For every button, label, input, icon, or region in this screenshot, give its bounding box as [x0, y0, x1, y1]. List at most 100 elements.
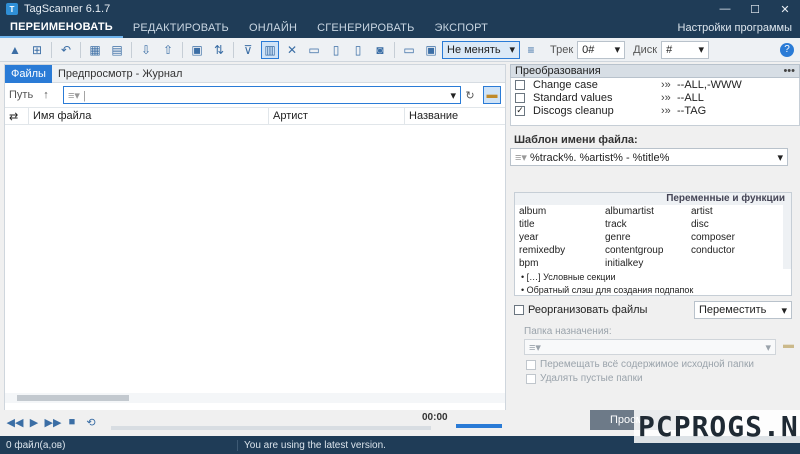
- close-button[interactable]: ✕: [770, 0, 800, 18]
- transform-value: --ALL: [677, 91, 704, 104]
- destination-input[interactable]: ≡▾ ▾: [524, 339, 776, 355]
- variable-item[interactable]: remixedby: [519, 244, 605, 257]
- repeat-icon[interactable]: ⟲: [84, 415, 98, 429]
- sort-icon[interactable]: ⇅: [210, 41, 228, 59]
- delete-empty-folders-option[interactable]: Удалять пустые папки: [526, 373, 643, 384]
- invert-selection-icon[interactable]: ▤: [108, 41, 126, 59]
- variable-item[interactable]: title: [519, 218, 605, 231]
- more-icon[interactable]: •••: [783, 65, 795, 77]
- shuffle-icon[interactable]: ⇄: [5, 107, 29, 125]
- track-format-select[interactable]: 0# ▾: [577, 40, 626, 59]
- chevron-down-icon[interactable]: ▾: [450, 89, 456, 102]
- reorganize-action-select[interactable]: Переместить ▾: [694, 301, 792, 319]
- stop-icon[interactable]: ■: [65, 415, 79, 429]
- chevron-down-icon[interactable]: ▾: [777, 151, 783, 164]
- volume-slider[interactable]: [456, 424, 502, 428]
- browse-folder-icon[interactable]: ▬: [783, 339, 794, 351]
- page-icon[interactable]: ▯: [327, 41, 345, 59]
- remove-icon[interactable]: ✕: [283, 41, 301, 59]
- select-all-icon[interactable]: ▦: [86, 41, 104, 59]
- transform-name: Change case: [533, 78, 598, 91]
- list-item[interactable]: ✓ Discogs cleanup ›» --TAG: [511, 104, 799, 117]
- transform-value: --TAG: [677, 104, 707, 117]
- playback-progress[interactable]: [111, 426, 431, 430]
- open-folder-icon[interactable]: ▲: [6, 41, 24, 59]
- undo-icon[interactable]: ↶: [57, 41, 75, 59]
- list-item[interactable]: Change case ›» --ALL,-WWW: [511, 78, 799, 91]
- variable-item[interactable]: contentgroup: [605, 244, 691, 257]
- transform-checkbox[interactable]: ✓: [515, 105, 525, 116]
- move-all-content-option[interactable]: Перемещать всё содержимое исходной папки: [526, 359, 754, 370]
- variable-item[interactable]: albumartist: [605, 205, 691, 218]
- disk-label: Диск: [633, 43, 658, 56]
- rewind-icon[interactable]: ◀◀: [7, 415, 24, 429]
- transforms-list: Change case ›» --ALL,-WWW Standard value…: [510, 78, 800, 126]
- chevron-down-icon: ▾: [509, 44, 515, 56]
- media-icon[interactable]: ◙: [371, 41, 389, 59]
- column-artist[interactable]: Артист: [269, 107, 405, 125]
- layout-icon[interactable]: ▥: [261, 40, 279, 59]
- variable-item[interactable]: conductor: [691, 244, 777, 257]
- horizontal-scrollbar[interactable]: [5, 393, 505, 403]
- checkbox[interactable]: [526, 359, 536, 370]
- tab-files[interactable]: Файлы: [5, 64, 52, 83]
- variable-item[interactable]: bpm: [519, 257, 605, 270]
- variable-item[interactable]: disc: [691, 218, 777, 231]
- variable-item[interactable]: track: [605, 218, 691, 231]
- tab-online[interactable]: ОНЛАЙН: [239, 18, 307, 38]
- play-icon[interactable]: ▶: [27, 415, 41, 429]
- file-list[interactable]: [5, 127, 505, 395]
- template-input[interactable]: ≡▾ %track%. %artist% - %title% ▾: [510, 148, 788, 166]
- variable-item[interactable]: genre: [605, 231, 691, 244]
- note-backslash: • Обратный слэш для создания подпапок: [521, 284, 694, 295]
- variable-item[interactable]: initialkey: [605, 257, 691, 270]
- window-icon[interactable]: ▭: [400, 41, 418, 59]
- fast-forward-icon[interactable]: ▶▶: [45, 415, 62, 429]
- add-folder-icon[interactable]: ⊞: [28, 41, 46, 59]
- variables-title: Переменные и функции: [515, 193, 791, 205]
- tab-rename[interactable]: ПЕРЕИМЕНОВАТЬ: [0, 18, 123, 38]
- checkbox[interactable]: [526, 373, 536, 384]
- view-icon[interactable]: ▣: [188, 41, 206, 59]
- filter-icon[interactable]: ⊽: [239, 41, 257, 59]
- variables-scrollbar[interactable]: [783, 205, 791, 269]
- help-icon[interactable]: ?: [780, 42, 794, 57]
- transform-checkbox[interactable]: [515, 92, 525, 103]
- column-filename[interactable]: Имя файла: [29, 107, 269, 125]
- variable-item[interactable]: year: [519, 231, 605, 244]
- move-all-content-label: Перемещать всё содержимое исходной папки: [540, 359, 754, 370]
- history-icon: ≡▾: [515, 151, 530, 164]
- variable-item[interactable]: album: [519, 205, 605, 218]
- variable-item[interactable]: composer: [691, 231, 777, 244]
- tab-edit[interactable]: РЕДАКТИРОВАТЬ: [123, 18, 239, 38]
- toolbar: ▲ ⊞ ↶ ▦ ▤ ⇩ ⇧ ▣ ⇅ ⊽ ▥ ✕ ▭ ▯ ▯ ◙ ▭ ▣ Не м…: [0, 38, 800, 62]
- refresh-icon[interactable]: ↻: [461, 86, 479, 104]
- chevron-down-icon: ▾: [781, 304, 787, 317]
- app-icon: T: [6, 3, 18, 15]
- column-title[interactable]: Название: [405, 107, 505, 125]
- chevron-down-icon: ▾: [698, 44, 705, 56]
- minimize-button[interactable]: —: [710, 0, 740, 18]
- move-down-icon[interactable]: ⇩: [137, 41, 155, 59]
- folder-up-icon[interactable]: ↑: [37, 86, 55, 104]
- tab-generate[interactable]: СГЕНЕРИРОВАТЬ: [307, 18, 424, 38]
- tab-preview-log[interactable]: Предпросмотр - Журнал: [52, 65, 189, 83]
- path-input[interactable]: ≡▾ | ▾: [63, 86, 461, 104]
- file-count: 0 файл(а,ов): [0, 439, 238, 451]
- folder-icon[interactable]: ▭: [305, 41, 323, 59]
- reorganize-checkbox[interactable]: [514, 305, 524, 315]
- tab-export[interactable]: ЭКСПОРТ: [425, 18, 499, 38]
- track-label: Трек: [550, 43, 574, 56]
- maximize-button[interactable]: ☐: [740, 0, 770, 18]
- move-up-icon[interactable]: ⇧: [159, 41, 177, 59]
- variable-item[interactable]: artist: [691, 205, 777, 218]
- transform-checkbox[interactable]: [515, 79, 525, 90]
- numbering-icon[interactable]: ≡: [522, 41, 540, 59]
- case-mode-select[interactable]: Не менять ▾: [442, 40, 520, 59]
- settings-link[interactable]: Настройки программы: [678, 18, 800, 38]
- browse-folder-icon[interactable]: ▬: [483, 86, 501, 104]
- page-arrow-icon[interactable]: ▯: [349, 41, 367, 59]
- list-item[interactable]: Standard values ›» --ALL: [511, 91, 799, 104]
- panel-icon[interactable]: ▣: [422, 41, 440, 59]
- disk-format-select[interactable]: # ▾: [661, 40, 710, 59]
